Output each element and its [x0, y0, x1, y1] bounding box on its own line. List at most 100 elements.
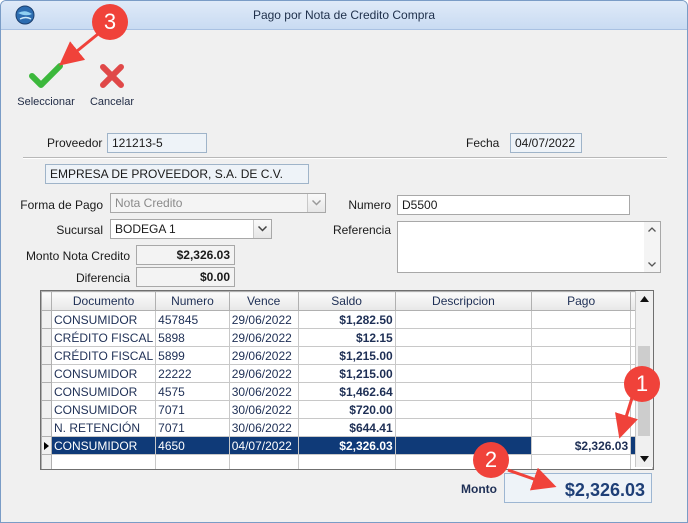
callout-badge-2: 2: [473, 442, 509, 478]
select-button[interactable]: Seleccionar: [15, 63, 77, 108]
row-indicator[interactable]: [41, 346, 52, 365]
scroll-down-button[interactable]: [636, 450, 653, 467]
cell-saldo[interactable]: $12.15: [297, 328, 396, 347]
cell-numero[interactable]: 4650: [155, 436, 230, 455]
forma-pago-value: Nota Credito: [115, 196, 183, 210]
cell-descripcion[interactable]: [394, 328, 533, 347]
cell-vence[interactable]: 30/06/2022: [228, 382, 299, 401]
proveedor-field[interactable]: 121213-5: [107, 133, 207, 153]
row-indicator[interactable]: [41, 418, 52, 437]
cell-numero[interactable]: 5898: [155, 328, 230, 347]
cell-descripcion[interactable]: [394, 346, 533, 365]
cell-documento[interactable]: CRÉDITO FISCAL: [50, 328, 157, 347]
numero-input[interactable]: D5500: [397, 195, 630, 215]
row-indicator[interactable]: [41, 382, 52, 401]
cell-documento[interactable]: CRÉDITO FISCAL: [50, 346, 157, 365]
cell-pago[interactable]: [531, 328, 632, 347]
cell-numero[interactable]: 457845: [155, 310, 230, 329]
empty-row: [41, 454, 653, 469]
scroll-up-button[interactable]: [636, 291, 653, 308]
cell-pago[interactable]: [531, 400, 632, 419]
cancel-button[interactable]: Cancelar: [85, 63, 139, 108]
col-header-vence[interactable]: Vence: [228, 291, 299, 311]
table-row[interactable]: CRÉDITO FISCAL 5899 29/06/2022 $1,215.00: [41, 346, 653, 365]
empty-cell: [41, 454, 52, 469]
sucursal-dropdown-button[interactable]: [253, 220, 271, 238]
cell-numero[interactable]: 22222: [155, 364, 230, 383]
cell-numero[interactable]: 4575: [155, 382, 230, 401]
table-row[interactable]: CONSUMIDOR 4575 30/06/2022 $1,462.64: [41, 382, 653, 401]
cell-numero[interactable]: 5899: [155, 346, 230, 365]
cell-pago[interactable]: [531, 382, 632, 401]
col-header-descripcion[interactable]: Descripcion: [394, 291, 533, 311]
row-indicator[interactable]: [41, 328, 52, 347]
chevron-up-icon[interactable]: [648, 227, 656, 232]
documents-grid[interactable]: Documento Numero Vence Saldo Descripcion…: [40, 290, 654, 470]
cell-descripcion[interactable]: [394, 310, 533, 329]
referencia-scrollbar[interactable]: [644, 222, 660, 272]
cell-documento[interactable]: CONSUMIDOR: [50, 382, 157, 401]
cell-vence[interactable]: 29/06/2022: [228, 328, 299, 347]
col-header-documento[interactable]: Documento: [50, 291, 157, 311]
cell-documento[interactable]: CONSUMIDOR: [50, 364, 157, 383]
row-indicator[interactable]: [41, 436, 52, 455]
row-indicator[interactable]: [41, 400, 52, 419]
cell-vence[interactable]: 04/07/2022: [228, 436, 299, 455]
empty-cell: [228, 454, 299, 469]
cell-documento[interactable]: CONSUMIDOR: [50, 310, 157, 329]
cell-saldo[interactable]: $1,282.50: [297, 310, 396, 329]
chevron-down-icon[interactable]: [648, 262, 656, 267]
cell-documento[interactable]: CONSUMIDOR: [50, 436, 157, 455]
table-row[interactable]: N. RETENCIÓN 7071 30/06/2022 $644.41: [41, 418, 653, 437]
col-header-numero[interactable]: Numero: [155, 291, 230, 311]
cell-saldo[interactable]: $1,215.00: [297, 346, 396, 365]
col-header-pago[interactable]: Pago: [531, 291, 632, 311]
col-header-saldo[interactable]: Saldo: [297, 291, 396, 311]
select-label: Seleccionar: [17, 96, 75, 108]
row-indicator[interactable]: [41, 364, 52, 383]
cell-saldo[interactable]: $644.41: [297, 418, 396, 437]
cell-pago[interactable]: [531, 310, 632, 329]
cell-numero[interactable]: 7071: [155, 400, 230, 419]
cell-descripcion[interactable]: [394, 418, 533, 437]
sucursal-label: Sucursal: [56, 223, 103, 237]
cell-pago[interactable]: $2,326.03: [531, 436, 632, 455]
table-row[interactable]: CONSUMIDOR 7071 30/06/2022 $720.00: [41, 400, 653, 419]
cell-documento[interactable]: N. RETENCIÓN: [50, 418, 157, 437]
cell-pago[interactable]: [531, 364, 632, 383]
table-row[interactable]: CONSUMIDOR 457845 29/06/2022 $1,282.50: [41, 310, 653, 329]
forma-pago-select[interactable]: Nota Credito: [110, 193, 326, 213]
forma-pago-dropdown-button[interactable]: [307, 194, 325, 212]
fecha-field[interactable]: 04/07/2022: [510, 133, 582, 153]
cell-numero[interactable]: 7071: [155, 418, 230, 437]
cell-vence[interactable]: 29/06/2022: [228, 364, 299, 383]
referencia-textarea[interactable]: [397, 221, 661, 273]
cell-pago[interactable]: [531, 346, 632, 365]
proveedor-label: Proveedor: [47, 136, 103, 150]
cell-vence[interactable]: 29/06/2022: [228, 310, 299, 329]
chevron-down-icon: [258, 226, 267, 232]
cell-descripcion[interactable]: [394, 400, 533, 419]
cell-documento[interactable]: CONSUMIDOR: [50, 400, 157, 419]
sucursal-value: BODEGA 1: [115, 222, 176, 236]
sucursal-select[interactable]: BODEGA 1: [110, 219, 272, 239]
monto-nc-label: Monto Nota Credito: [25, 249, 130, 263]
table-row[interactable]: CONSUMIDOR 22222 29/06/2022 $1,215.00: [41, 364, 653, 383]
cell-descripcion[interactable]: [394, 436, 533, 455]
row-indicator[interactable]: [41, 310, 52, 329]
cell-pago[interactable]: [531, 418, 632, 437]
empresa-field[interactable]: EMPRESA DE PROVEEDOR, S.A. DE C.V.: [45, 164, 309, 184]
cell-vence[interactable]: 30/06/2022: [228, 400, 299, 419]
cell-saldo[interactable]: $1,462.64: [297, 382, 396, 401]
cell-descripcion[interactable]: [394, 382, 533, 401]
cell-saldo[interactable]: $1,215.00: [297, 364, 396, 383]
close-icon: [100, 64, 124, 88]
table-row[interactable]: CONSUMIDOR 4650 04/07/2022 $2,326.03 $2,326.…: [41, 436, 653, 455]
table-row[interactable]: CRÉDITO FISCAL 5898 29/06/2022 $12.15: [41, 328, 653, 347]
cell-vence[interactable]: 30/06/2022: [228, 418, 299, 437]
documents-table: Documento Numero Vence Saldo Descripcion…: [41, 291, 653, 469]
cell-vence[interactable]: 29/06/2022: [228, 346, 299, 365]
cell-descripcion[interactable]: [394, 364, 533, 383]
cell-saldo[interactable]: $720.00: [297, 400, 396, 419]
cell-saldo[interactable]: $2,326.03: [297, 436, 396, 455]
